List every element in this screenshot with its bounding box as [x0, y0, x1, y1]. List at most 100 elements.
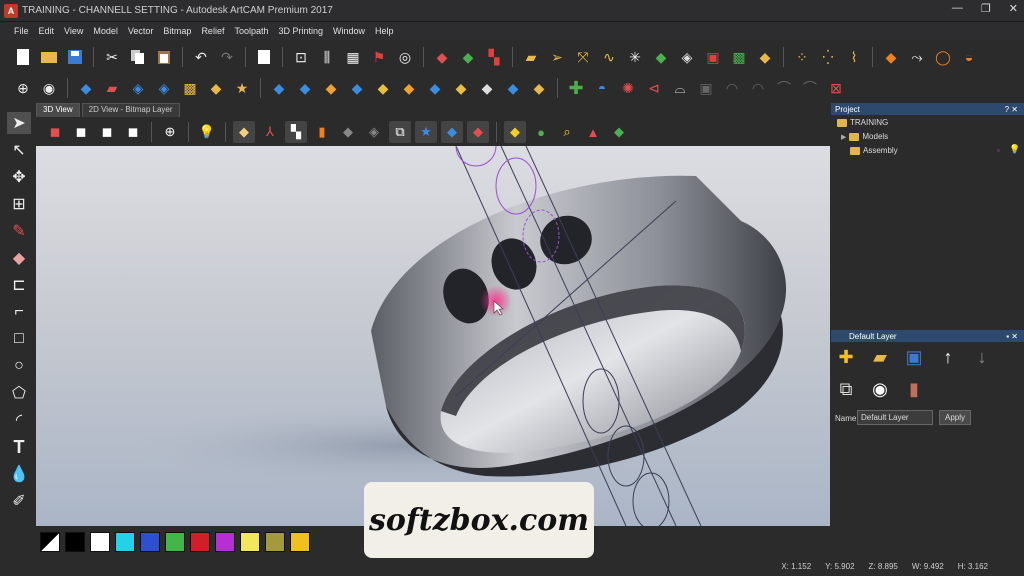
- move-down-icon[interactable]: ↓: [971, 346, 993, 368]
- move-up-icon[interactable]: ↑: [937, 346, 959, 368]
- mirror-icon[interactable]: ⊲: [643, 77, 665, 99]
- menu-toolpath[interactable]: Toolpath: [234, 26, 268, 36]
- size-icon[interactable]: ⊡: [290, 46, 312, 68]
- diamond-1-icon[interactable]: ◆: [268, 77, 290, 99]
- tab-3d-view[interactable]: 3D View: [36, 103, 80, 117]
- arrange-icon[interactable]: ▚: [483, 46, 505, 68]
- view-cube-3-icon[interactable]: ◼: [96, 121, 118, 143]
- save-icon[interactable]: [64, 46, 86, 68]
- view-cube-1-icon[interactable]: ◼: [44, 121, 66, 143]
- view-cube-2-icon[interactable]: ◼: [70, 121, 92, 143]
- layer-blue-icon[interactable]: ◆: [441, 121, 463, 143]
- close-button[interactable]: ✕: [1009, 2, 1018, 15]
- node-select-icon[interactable]: ↖: [7, 139, 31, 161]
- eraser-red-icon[interactable]: ▰: [101, 77, 123, 99]
- surface-icon[interactable]: ◆: [233, 121, 255, 143]
- diamond-6-icon[interactable]: ◆: [398, 77, 420, 99]
- color-swatch[interactable]: [265, 532, 285, 552]
- color-swatch-black-white[interactable]: [40, 532, 60, 552]
- measure-icon[interactable]: ⊏: [7, 274, 31, 296]
- relief-2-icon[interactable]: ◈: [676, 46, 698, 68]
- cylinder-icon[interactable]: ▮: [311, 121, 333, 143]
- polyline-icon[interactable]: ⌐: [7, 301, 31, 323]
- star-burst-icon[interactable]: ✳: [624, 46, 646, 68]
- document-icon[interactable]: [253, 46, 275, 68]
- add-layer-icon[interactable]: ✚: [835, 346, 857, 368]
- align-icon[interactable]: ⫼: [316, 46, 338, 68]
- color-swatch[interactable]: [190, 532, 210, 552]
- yellow-layer-icon[interactable]: ◆: [504, 121, 526, 143]
- diamond-3-icon[interactable]: ◆: [320, 77, 342, 99]
- redo-icon[interactable]: ↷: [216, 46, 238, 68]
- menu-file[interactable]: File: [14, 26, 29, 36]
- curve-icon[interactable]: ∿: [598, 46, 620, 68]
- vector-arrow-icon[interactable]: ➢: [546, 46, 568, 68]
- menu-view[interactable]: View: [64, 26, 83, 36]
- stack-icon[interactable]: ◆: [205, 77, 227, 99]
- menu-vector[interactable]: Vector: [128, 26, 154, 36]
- undo-icon[interactable]: ↶: [190, 46, 212, 68]
- layer-panel-controls[interactable]: ▪ ✕: [1006, 332, 1018, 341]
- relief-icon[interactable]: ◆: [650, 46, 672, 68]
- menu-relief[interactable]: Relief: [201, 26, 224, 36]
- grey-slice-icon[interactable]: ◈: [363, 121, 385, 143]
- eraser-icon[interactable]: ◆: [431, 46, 453, 68]
- path-icon[interactable]: ⤳: [906, 46, 928, 68]
- drop-icon[interactable]: 💧: [7, 463, 31, 485]
- sphere-icon[interactable]: ◉: [38, 77, 60, 99]
- light-bulb-icon[interactable]: 💡: [1009, 144, 1020, 155]
- ring-icon[interactable]: ◯: [932, 46, 954, 68]
- eraser-tool-icon[interactable]: ◆: [7, 247, 31, 269]
- layers-icon[interactable]: ◈: [127, 77, 149, 99]
- marker-icon[interactable]: ⚑: [368, 46, 390, 68]
- diamond-9-icon[interactable]: ◆: [476, 77, 498, 99]
- layer-folder-icon[interactable]: ▰: [869, 346, 891, 368]
- green-shape-icon[interactable]: ◆: [457, 46, 479, 68]
- menu-3d-printing[interactable]: 3D Printing: [278, 26, 323, 36]
- menu-help[interactable]: Help: [375, 26, 394, 36]
- menu-model[interactable]: Model: [93, 26, 118, 36]
- search-layer-icon[interactable]: ⌕: [556, 121, 578, 143]
- copy-icon[interactable]: [127, 46, 149, 68]
- visibility-icon[interactable]: ▫: [997, 146, 1000, 155]
- diamond-8-icon[interactable]: ◆: [450, 77, 472, 99]
- paste-icon[interactable]: [153, 46, 175, 68]
- menu-window[interactable]: Window: [333, 26, 365, 36]
- shapes-icon[interactable]: ⧉: [389, 121, 411, 143]
- wave-icon[interactable]: ⌇: [843, 46, 865, 68]
- color-swatch[interactable]: [215, 532, 235, 552]
- minimize-button[interactable]: —: [952, 2, 963, 15]
- settings-circle-icon[interactable]: ◎: [394, 46, 416, 68]
- diamond-5-icon[interactable]: ◆: [372, 77, 394, 99]
- zoom-icon[interactable]: ⊕: [159, 121, 181, 143]
- duplicate-layer-icon[interactable]: ⧉: [835, 378, 857, 400]
- star-folder-icon[interactable]: ★: [231, 77, 253, 99]
- color-swatch[interactable]: [240, 532, 260, 552]
- diamond-4-icon[interactable]: ◆: [346, 77, 368, 99]
- expand-arrow-icon[interactable]: ▶: [841, 133, 846, 141]
- diamond-blue-icon[interactable]: ◆: [75, 77, 97, 99]
- relief-3-icon[interactable]: ▣: [702, 46, 724, 68]
- project-panel-controls[interactable]: ? ✕: [1005, 105, 1018, 114]
- rectangle-icon[interactable]: □: [7, 328, 31, 350]
- diamond-10-icon[interactable]: ◆: [502, 77, 524, 99]
- rainbow-stack-icon[interactable]: ◆: [608, 121, 630, 143]
- move-icon[interactable]: ✥: [7, 166, 31, 188]
- puzzle-icon[interactable]: ▚: [285, 121, 307, 143]
- polygon-icon[interactable]: ⬠: [7, 382, 31, 404]
- tab-2d-view[interactable]: 2D View - Bitmap Layer: [81, 103, 180, 117]
- diamond-2-icon[interactable]: ◆: [294, 77, 316, 99]
- node-tool-icon[interactable]: ⤧: [572, 46, 594, 68]
- cut-icon[interactable]: ✂: [101, 46, 123, 68]
- cube-icon[interactable]: ◆: [880, 46, 902, 68]
- scatter-icon[interactable]: ⁛: [817, 46, 839, 68]
- apply-button[interactable]: Apply: [939, 410, 971, 425]
- curve-2-icon[interactable]: ⌓: [669, 77, 691, 99]
- relief-4-icon[interactable]: ▩: [728, 46, 750, 68]
- new-file-icon[interactable]: [12, 46, 34, 68]
- layer-name-input[interactable]: [857, 410, 933, 425]
- grid-icon[interactable]: ▦: [342, 46, 364, 68]
- menu-edit[interactable]: Edit: [39, 26, 55, 36]
- select-arrow-icon[interactable]: ➤: [7, 112, 31, 134]
- menu-bitmap[interactable]: Bitmap: [163, 26, 191, 36]
